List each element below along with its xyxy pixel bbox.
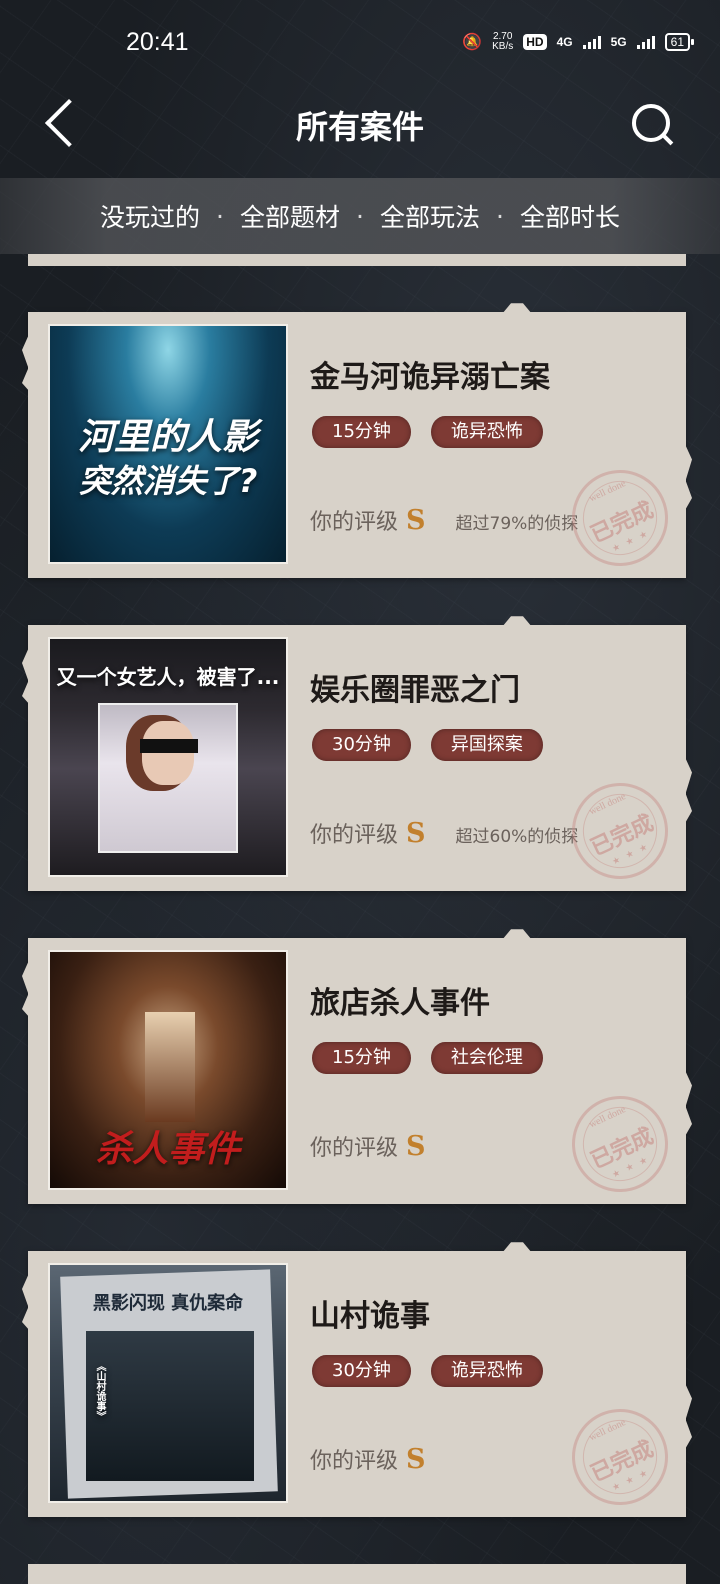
- case-card[interactable]: 杀人事件 旅店杀人事件 15分钟 社会伦理 你的评级 S well done 已…: [28, 929, 686, 1208]
- rating-line: 你的评级 S: [310, 1443, 426, 1475]
- rating-grade: S: [406, 1131, 426, 1162]
- case-card[interactable]: 黑影闪现 真仇案命 《山村诡事》 山村诡事 30分钟 诡异恐怖 你的评级 S w…: [28, 1242, 686, 1521]
- duration-tag: 15分钟: [312, 1042, 411, 1074]
- rating-grade: S: [406, 818, 426, 849]
- completed-stamp-icon: well done 已完成 ★ ★ ★: [556, 1080, 684, 1208]
- rating-grade: S: [406, 1444, 426, 1475]
- status-bar: 20:41 🔕 2.70 KB/s HD 4G 5G 61: [0, 0, 720, 68]
- filter-played[interactable]: 没玩过的: [100, 198, 200, 234]
- thumbnail-caption-2: 突然消失了?: [78, 462, 258, 500]
- hd-badge: HD: [523, 34, 547, 50]
- search-icon[interactable]: [630, 102, 676, 148]
- genre-tag: 社会伦理: [430, 1042, 543, 1074]
- top-nav: 所有案件: [0, 80, 720, 166]
- thumbnail-corridor: [145, 1012, 195, 1122]
- filter-separator: ·: [356, 201, 364, 231]
- case-thumbnail: 河里的人影 突然消失了?: [48, 324, 288, 564]
- status-time: 20:41: [126, 28, 189, 56]
- thumbnail-caption-2: 《山村诡事》: [94, 1361, 105, 1421]
- case-title: 旅店杀人事件: [310, 986, 490, 1021]
- rating-label: 你的评级: [310, 1136, 399, 1161]
- completed-stamp-icon: well done 已完成 ★ ★ ★: [556, 454, 684, 582]
- case-thumbnail: 杀人事件: [48, 950, 288, 1190]
- rating-grade: S: [406, 505, 426, 536]
- network-5g-label: 5G: [610, 35, 627, 49]
- thumbnail-caption: 河里的人影: [77, 417, 258, 458]
- page-title: 所有案件: [295, 108, 424, 146]
- mute-bell-icon: 🔕: [462, 34, 483, 51]
- rating-label: 你的评级: [310, 823, 399, 848]
- case-title: 金马河诡异溺亡案: [310, 360, 550, 395]
- thumbnail-photo: [86, 1331, 254, 1481]
- status-icons: 🔕 2.70 KB/s HD 4G 5G 61: [462, 32, 695, 52]
- duration-tag: 30分钟: [312, 729, 411, 761]
- rating-percentile: 超过79%的侦探: [455, 514, 579, 534]
- tag-list: 15分钟 社会伦理: [312, 1042, 543, 1074]
- case-title: 娱乐圈罪恶之门: [310, 673, 520, 708]
- filter-separator: ·: [495, 201, 504, 231]
- genre-tag: 诡异恐怖: [430, 416, 543, 448]
- rating-line: 你的评级 S 超过79%的侦探: [310, 504, 578, 536]
- genre-tag: 诡异恐怖: [430, 1355, 543, 1387]
- rating-line: 你的评级 S: [310, 1130, 426, 1162]
- tag-list: 15分钟 诡异恐怖: [312, 416, 543, 448]
- net-speed-unit: KB/s: [492, 41, 514, 52]
- signal-icon-2: [636, 35, 655, 49]
- tag-list: 30分钟 诡异恐怖: [312, 1355, 543, 1387]
- duration-tag: 30分钟: [312, 1355, 411, 1387]
- filter-bar: 没玩过的 · 全部题材 · 全部玩法 · 全部时长: [0, 178, 720, 254]
- filter-separator: ·: [216, 201, 224, 231]
- thumbnail-caption: 又一个女艺人，被害了...: [56, 665, 280, 689]
- case-card[interactable]: 河里的人影 突然消失了? 金马河诡异溺亡案 15分钟 诡异恐怖 你的评级 S 超…: [28, 303, 686, 582]
- thumbnail-caption: 黑影闪现 真仇案命: [92, 1293, 244, 1314]
- signal-icon: [582, 35, 601, 49]
- case-title: 山村诡事: [310, 1299, 430, 1334]
- tag-list: 30分钟 异国探案: [312, 729, 543, 761]
- previous-card-edge: [28, 254, 686, 266]
- duration-tag: 15分钟: [312, 416, 411, 448]
- genre-tag: 异国探案: [430, 729, 543, 761]
- thumbnail-face: [142, 721, 194, 785]
- rating-label: 你的评级: [310, 510, 399, 535]
- battery-icon: 61: [664, 33, 695, 51]
- case-thumbnail: 又一个女艺人，被害了...: [48, 637, 288, 877]
- filter-theme[interactable]: 全部题材: [240, 198, 340, 234]
- thumbnail-caption: 杀人事件: [95, 1129, 240, 1170]
- completed-stamp-icon: well done 已完成 ★ ★ ★: [556, 767, 684, 895]
- network-speed: 2.70 KB/s: [492, 32, 513, 52]
- completed-stamp-icon: well done 已完成 ★ ★ ★: [556, 1393, 684, 1521]
- rating-percentile: 超过60%的侦探: [455, 827, 579, 847]
- case-thumbnail: 黑影闪现 真仇案命 《山村诡事》: [48, 1263, 288, 1503]
- filter-mode[interactable]: 全部玩法: [380, 198, 480, 234]
- case-card[interactable]: 又一个女艺人，被害了... 娱乐圈罪恶之门 30分钟 异国探案 你的评级 S 超…: [28, 616, 686, 895]
- network-4g-label: 4G: [556, 35, 573, 49]
- rating-line: 你的评级 S 超过60%的侦探: [310, 817, 578, 849]
- rating-label: 你的评级: [310, 1449, 399, 1474]
- next-card-edge: [28, 1564, 686, 1584]
- filter-duration[interactable]: 全部时长: [520, 198, 620, 234]
- thumbnail-eye-bar: [140, 739, 198, 753]
